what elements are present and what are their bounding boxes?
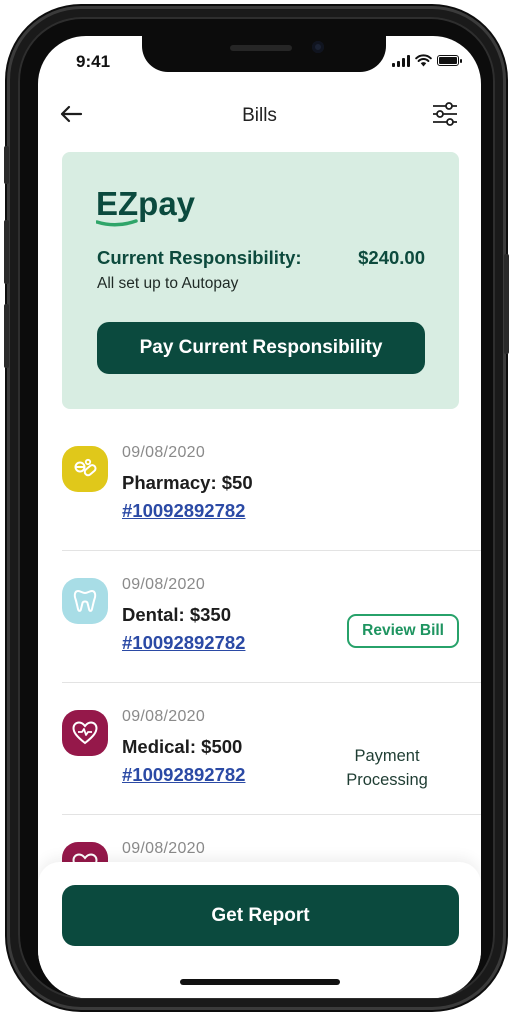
status-icons	[392, 54, 462, 67]
payment-status-line2: Processing	[346, 771, 428, 789]
wifi-icon	[415, 54, 432, 67]
divider	[62, 814, 481, 815]
bill-title: Pharmacy: $50	[122, 472, 253, 493]
status-time: 9:41	[76, 52, 111, 71]
bill-date: 09/08/2020	[122, 576, 206, 593]
bill-date: 09/08/2020	[122, 444, 206, 461]
get-report-button[interactable]: Get Report	[62, 885, 459, 946]
bill-item-medical: 09/08/2020 Medical: $500 #10092892782 Pa…	[62, 700, 481, 832]
heart-pulse-icon	[62, 710, 108, 756]
payment-status-line1: Payment	[354, 747, 420, 765]
responsibility-label: Current Responsibility:	[97, 247, 302, 268]
front-camera	[312, 41, 324, 53]
volume-up-button	[4, 220, 9, 284]
screen: 9:41 Bills EZpay Current Responsibility:	[38, 36, 481, 998]
header: Bills	[38, 96, 481, 136]
svg-text:EZpay: EZpay	[96, 185, 196, 222]
divider	[62, 682, 481, 683]
battery-icon	[437, 55, 462, 66]
bill-item-dental: 09/08/2020 Dental: $350 #10092892782 Rev…	[62, 568, 481, 700]
bill-title: Dental: $350	[122, 604, 231, 625]
pay-responsibility-button[interactable]: Pay Current Responsibility	[97, 322, 425, 374]
home-indicator[interactable]	[180, 979, 340, 985]
bill-date: 09/08/2020	[122, 840, 206, 857]
ezpay-card: EZpay Current Responsibility: $240.00 Al…	[62, 152, 459, 409]
filter-settings-icon[interactable]	[431, 100, 459, 128]
review-bill-button[interactable]: Review Bill	[347, 614, 459, 648]
bill-number-link[interactable]: #10092892782	[122, 632, 245, 654]
divider	[62, 550, 481, 551]
bill-date: 09/08/2020	[122, 708, 206, 725]
silent-switch	[4, 146, 9, 184]
ezpay-logo: EZpay	[96, 185, 196, 227]
bill-number-link[interactable]: #10092892782	[122, 500, 245, 522]
cellular-signal-icon	[392, 54, 410, 67]
autopay-status: All set up to Autopay	[97, 275, 239, 292]
payment-status: Payment Processing	[327, 744, 447, 792]
bottom-action-bar: Get Report	[38, 862, 481, 998]
volume-down-button	[4, 304, 9, 368]
tooth-icon	[62, 578, 108, 624]
page-title: Bills	[242, 105, 277, 126]
speaker-grille	[230, 45, 292, 51]
pill-icon	[62, 446, 108, 492]
responsibility-amount: $240.00	[358, 247, 425, 268]
power-button	[504, 254, 509, 354]
bill-number-link[interactable]: #10092892782	[122, 764, 245, 786]
notch	[142, 36, 386, 72]
bill-item-pharmacy: 09/08/2020 Pharmacy: $50 #10092892782	[62, 436, 481, 568]
bill-title: Medical: $500	[122, 736, 243, 757]
